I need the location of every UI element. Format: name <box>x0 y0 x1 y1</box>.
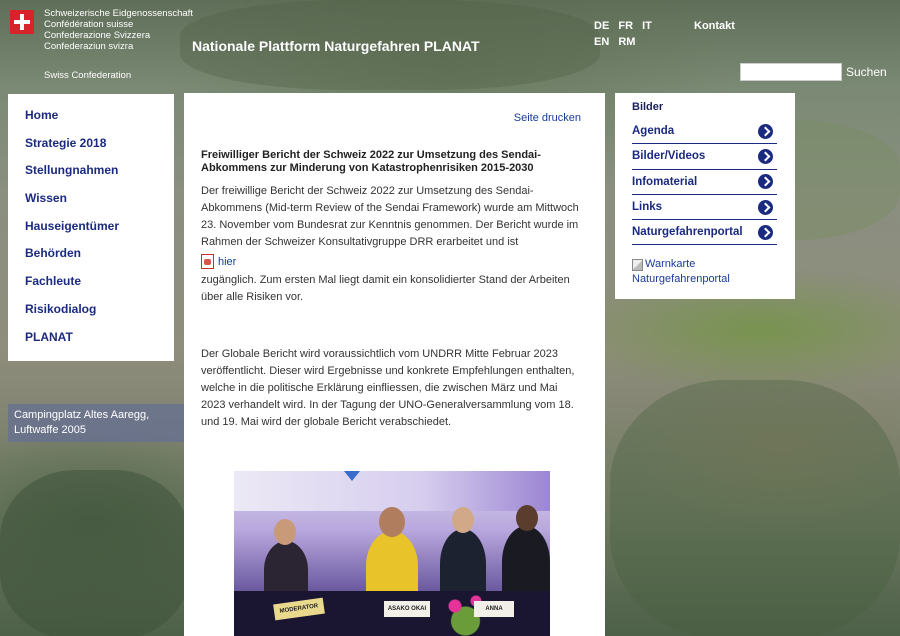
background-trees <box>0 470 190 636</box>
search-button[interactable]: Suchen <box>846 65 887 79</box>
background-flooded-village <box>610 380 900 636</box>
photo-backdrop-logo <box>344 471 360 481</box>
photo-head-4 <box>516 505 538 531</box>
article-paragraph-2: Der Globale Bericht wird voraussichtlich… <box>201 348 575 428</box>
photo-backdrop-screen <box>234 471 550 511</box>
nav-item-behoerden[interactable]: Behörden <box>8 246 174 274</box>
lang-rm[interactable]: RM <box>618 36 635 48</box>
left-navigation: Home Strategie 2018 Stellungnahmen Wisse… <box>8 94 174 361</box>
language-switcher-row2: EN RM <box>594 36 641 48</box>
sidebar-link-naturgefahrenportal[interactable]: Naturgefahrenportal <box>632 220 777 246</box>
language-switcher-row1: DE FR IT <box>594 20 658 32</box>
photo-head-2 <box>379 507 405 537</box>
nav-item-hauseigentuemer[interactable]: Hauseigentümer <box>8 219 174 247</box>
sidebar-link-links[interactable]: Links <box>632 195 777 221</box>
confederation-logo[interactable]: Schweizerische Eidgenossenschaft Confédé… <box>10 8 193 81</box>
arrow-right-icon[interactable] <box>758 148 773 164</box>
article-headline: Freiwilliger Bericht der Schweiz 2022 zu… <box>201 149 541 174</box>
article-paragraph-1-end: zugänglich. Zum ersten Mal liegt damit e… <box>201 274 570 303</box>
lang-en[interactable]: EN <box>594 36 609 48</box>
arrow-right-icon[interactable] <box>758 199 773 215</box>
lang-de[interactable]: DE <box>594 20 609 32</box>
nav-item-wissen[interactable]: Wissen <box>8 191 174 219</box>
background-image-caption: Campingplatz Altes Aaregg, Luftwaffe 200… <box>8 404 186 442</box>
sidebar-link-bilder-videos[interactable]: Bilder/Videos <box>632 144 777 170</box>
article-paragraph-1: Der freiwillige Bericht der Schweiz 2022… <box>201 185 579 248</box>
right-sidebar-title: Bilder <box>632 101 664 113</box>
photo-nameplate-2: ASAKO OKAI <box>384 601 430 617</box>
sidebar-link-infomaterial[interactable]: Infomaterial <box>632 170 777 195</box>
conference-photo: MODERATOR ASAKO OKAI ANNA <box>234 471 550 636</box>
site-title[interactable]: Nationale Plattform Naturgefahren PLANAT <box>192 38 480 54</box>
nav-item-planat[interactable]: PLANAT <box>8 330 174 358</box>
photo-person-3 <box>440 529 486 599</box>
print-page-link[interactable]: Seite drucken <box>514 112 581 124</box>
swiss-flag-icon <box>10 10 34 34</box>
confederation-text: Schweizerische Eidgenossenschaft Confédé… <box>44 8 193 81</box>
nav-item-home[interactable]: Home <box>8 108 174 136</box>
pdf-icon <box>201 254 214 269</box>
arrow-right-icon[interactable] <box>758 224 773 240</box>
arrow-right-icon[interactable] <box>758 123 773 139</box>
right-sidebar: Bilder Agenda Bilder/Videos Infomaterial… <box>615 93 795 299</box>
nav-item-stellungnahmen[interactable]: Stellungnahmen <box>8 163 174 191</box>
nav-item-risikodialog[interactable]: Risikodialog <box>8 302 174 330</box>
search-input[interactable] <box>740 63 842 81</box>
nav-item-strategie[interactable]: Strategie 2018 <box>8 136 174 164</box>
warnkarte-link[interactable]: Warnkarte Naturgefahrenportal <box>632 257 783 287</box>
nav-item-fachleute[interactable]: Fachleute <box>8 274 174 302</box>
lang-fr[interactable]: FR <box>618 20 633 32</box>
broken-image-icon <box>632 258 643 271</box>
sidebar-link-agenda[interactable]: Agenda <box>632 119 777 145</box>
main-content: Seite drucken Freiwilliger Bericht der S… <box>184 93 605 636</box>
photo-person-4 <box>502 526 550 598</box>
photo-nameplate-3: ANNA <box>474 601 514 617</box>
pdf-download-link[interactable]: hier <box>201 254 581 269</box>
article: Freiwilliger Bericht der Schweiz 2022 zu… <box>201 149 581 431</box>
arrow-right-icon[interactable] <box>758 174 773 190</box>
swiss-confederation-label: Swiss Confederation <box>44 70 132 81</box>
contact-link[interactable]: Kontakt <box>694 20 735 32</box>
photo-head-1 <box>274 519 296 545</box>
photo-head-3 <box>452 507 474 533</box>
lang-it[interactable]: IT <box>642 20 652 32</box>
pdf-link-text[interactable]: hier <box>218 256 236 268</box>
